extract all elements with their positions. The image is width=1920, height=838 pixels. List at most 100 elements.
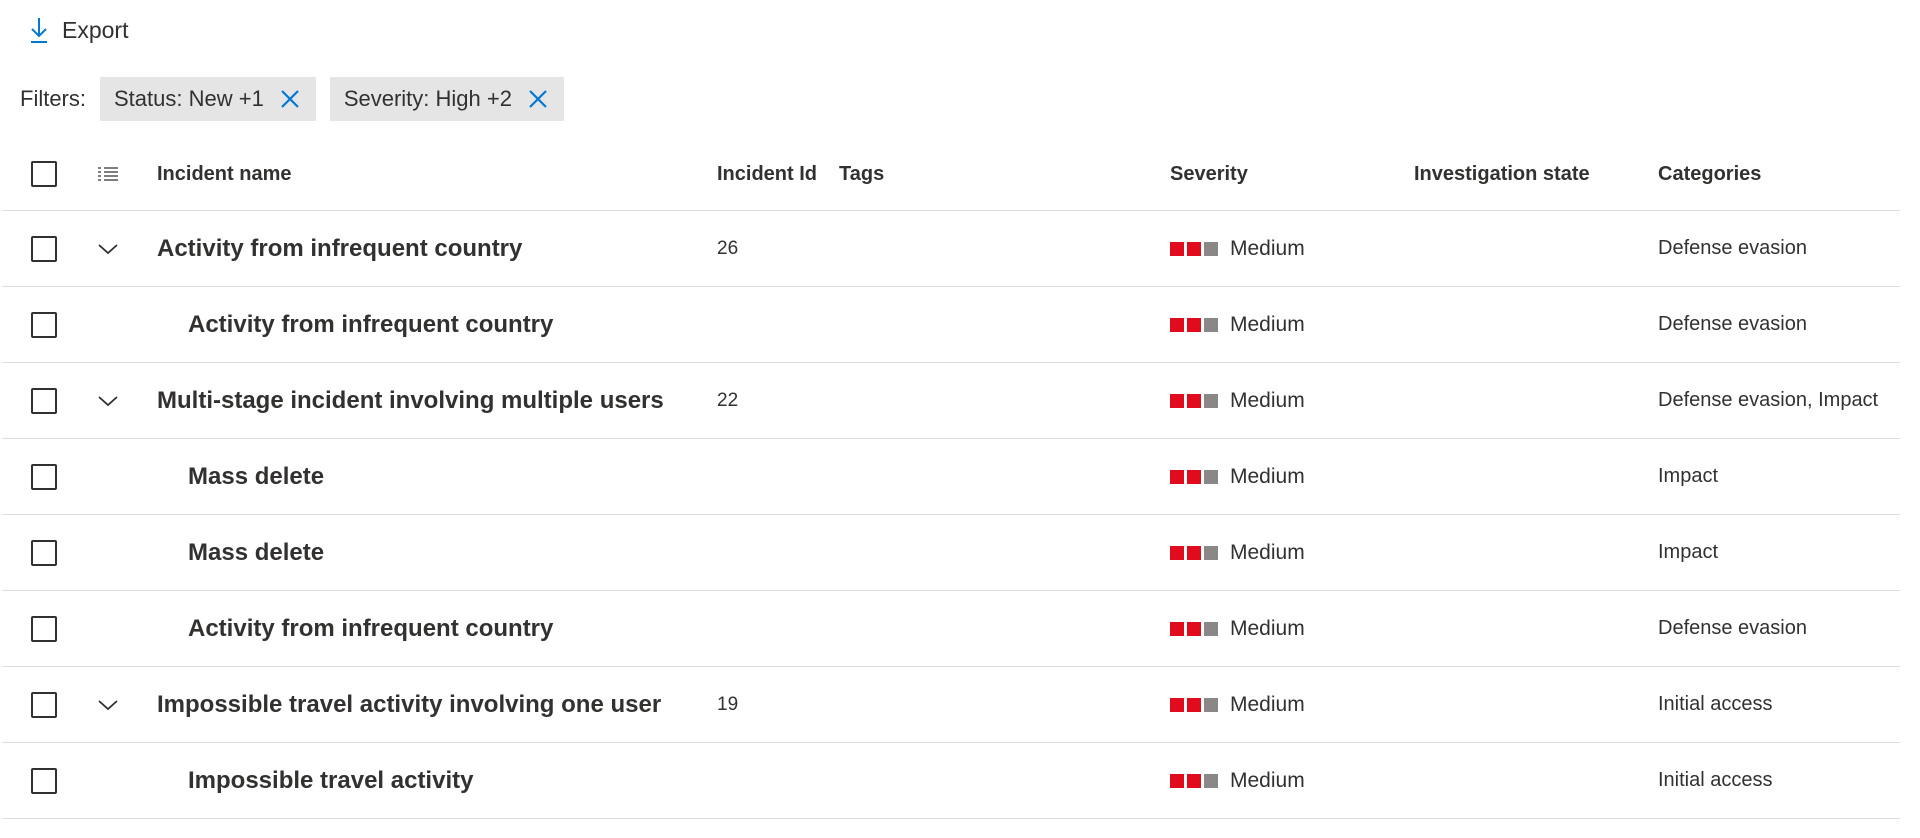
severity-indicator <box>1170 317 1218 332</box>
export-button[interactable]: Export <box>30 10 128 50</box>
close-icon[interactable] <box>280 89 300 109</box>
severity-bar <box>1187 621 1201 636</box>
table-header-row: Incident name Incident Id Tags Severity … <box>2 138 1900 211</box>
row-checkbox[interactable] <box>31 311 57 338</box>
severity-bar <box>1187 241 1201 256</box>
categories-label: Defense evasion <box>1658 237 1807 259</box>
row-checkbox[interactable] <box>31 615 57 642</box>
incident-name[interactable]: Mass delete <box>188 463 324 491</box>
filter-pill-status[interactable]: Status: New +1 <box>100 77 316 121</box>
severity-bar <box>1204 773 1218 788</box>
header-incident-name[interactable]: Incident name <box>157 138 291 210</box>
categories-label: Impact <box>1658 465 1719 487</box>
severity-indicator <box>1170 773 1218 788</box>
incident-name[interactable]: Multi-stage incident involving multiple … <box>157 387 664 415</box>
select-all-checkbox[interactable] <box>31 161 57 187</box>
incident-name[interactable]: Activity from infrequent country <box>188 615 553 643</box>
severity-indicator <box>1170 621 1218 636</box>
severity-bar <box>1187 773 1201 788</box>
categories-label: Defense evasion, Impact <box>1658 389 1879 411</box>
severity-bar <box>1170 773 1184 788</box>
row-checkbox[interactable] <box>31 767 57 794</box>
table-row[interactable]: Activity from infrequent country Medium … <box>2 287 1900 363</box>
severity-bar <box>1170 545 1184 560</box>
severity-bar <box>1170 697 1184 712</box>
severity-bar <box>1170 469 1184 484</box>
severity-bar <box>1187 697 1201 712</box>
categories-label: Impact <box>1658 541 1719 563</box>
severity-bar <box>1204 621 1218 636</box>
incident-name[interactable]: Impossible travel activity <box>188 767 473 795</box>
incident-name[interactable]: Activity from infrequent country <box>157 235 522 263</box>
header-categories[interactable]: Categories <box>1658 138 1761 210</box>
header-tags[interactable]: Tags <box>839 138 884 210</box>
categories-label: Initial access <box>1658 769 1773 791</box>
severity-bar <box>1170 393 1184 408</box>
severity-indicator <box>1170 393 1218 408</box>
severity-bar <box>1187 545 1201 560</box>
severity-label: Medium <box>1230 464 1305 488</box>
row-checkbox[interactable] <box>31 463 57 490</box>
table-body: Activity from infrequent country 26 Medi… <box>2 211 1900 819</box>
table-row[interactable]: Impossible travel activity involving one… <box>2 667 1900 743</box>
severity-bar <box>1170 621 1184 636</box>
table-row[interactable]: Multi-stage incident involving multiple … <box>2 363 1900 439</box>
severity-bar <box>1187 469 1201 484</box>
severity-bar <box>1170 317 1184 332</box>
severity-bar <box>1204 317 1218 332</box>
severity-bar <box>1187 393 1201 408</box>
incidents-page: Export Filters: Status: New +1 Severity:… <box>0 0 1920 838</box>
severity-bar <box>1170 241 1184 256</box>
severity-indicator <box>1170 545 1218 560</box>
severity-bar <box>1204 469 1218 484</box>
incidents-table: Incident name Incident Id Tags Severity … <box>2 138 1900 819</box>
chevron-down-icon[interactable] <box>97 394 119 408</box>
severity-label: Medium <box>1230 236 1305 260</box>
incident-name[interactable]: Mass delete <box>188 539 324 567</box>
row-checkbox[interactable] <box>31 387 57 414</box>
filters-bar: Filters: Status: New +1 Severity: High +… <box>20 77 578 121</box>
incident-id: 26 <box>717 237 739 259</box>
chevron-down-icon[interactable] <box>97 698 119 712</box>
categories-label: Defense evasion <box>1658 313 1807 335</box>
severity-label: Medium <box>1230 768 1305 792</box>
filter-pill-text: Severity: High +2 <box>343 86 512 111</box>
severity-indicator <box>1170 241 1218 256</box>
table-row[interactable]: Mass delete Medium Impact <box>2 515 1900 591</box>
severity-indicator <box>1170 697 1218 712</box>
categories-label: Initial access <box>1658 693 1773 715</box>
header-severity[interactable]: Severity <box>1170 138 1248 210</box>
severity-label: Medium <box>1230 312 1305 336</box>
header-incident-id[interactable]: Incident Id <box>717 138 817 210</box>
incident-name[interactable]: Impossible travel activity involving one… <box>157 691 661 719</box>
row-checkbox[interactable] <box>31 539 57 566</box>
chevron-down-icon[interactable] <box>97 242 119 256</box>
severity-bar <box>1204 545 1218 560</box>
severity-label: Medium <box>1230 692 1305 716</box>
filter-pill-text: Status: New +1 <box>114 86 264 111</box>
severity-label: Medium <box>1230 616 1305 640</box>
severity-indicator <box>1170 469 1218 484</box>
severity-bar <box>1204 697 1218 712</box>
categories-label: Defense evasion <box>1658 617 1807 639</box>
incident-name[interactable]: Activity from infrequent country <box>188 311 553 339</box>
incident-id: 19 <box>717 693 739 715</box>
severity-bar <box>1187 317 1201 332</box>
export-label: Export <box>62 16 129 43</box>
table-row[interactable]: Impossible travel activity Medium Initia… <box>2 743 1900 819</box>
download-arrow-icon <box>30 17 48 43</box>
row-checkbox[interactable] <box>31 691 57 718</box>
severity-bar <box>1204 241 1218 256</box>
header-investigation-state[interactable]: Investigation state <box>1414 138 1590 210</box>
row-checkbox[interactable] <box>31 235 57 262</box>
close-icon[interactable] <box>528 89 548 109</box>
table-row[interactable]: Activity from infrequent country 26 Medi… <box>2 211 1900 287</box>
table-row[interactable]: Activity from infrequent country Medium … <box>2 591 1900 667</box>
list-icon[interactable] <box>97 165 119 183</box>
severity-bar <box>1204 393 1218 408</box>
severity-label: Medium <box>1230 388 1305 412</box>
table-row[interactable]: Mass delete Medium Impact <box>2 439 1900 515</box>
filters-label: Filters: <box>20 86 86 111</box>
filter-pill-severity[interactable]: Severity: High +2 <box>329 77 564 121</box>
severity-label: Medium <box>1230 540 1305 564</box>
